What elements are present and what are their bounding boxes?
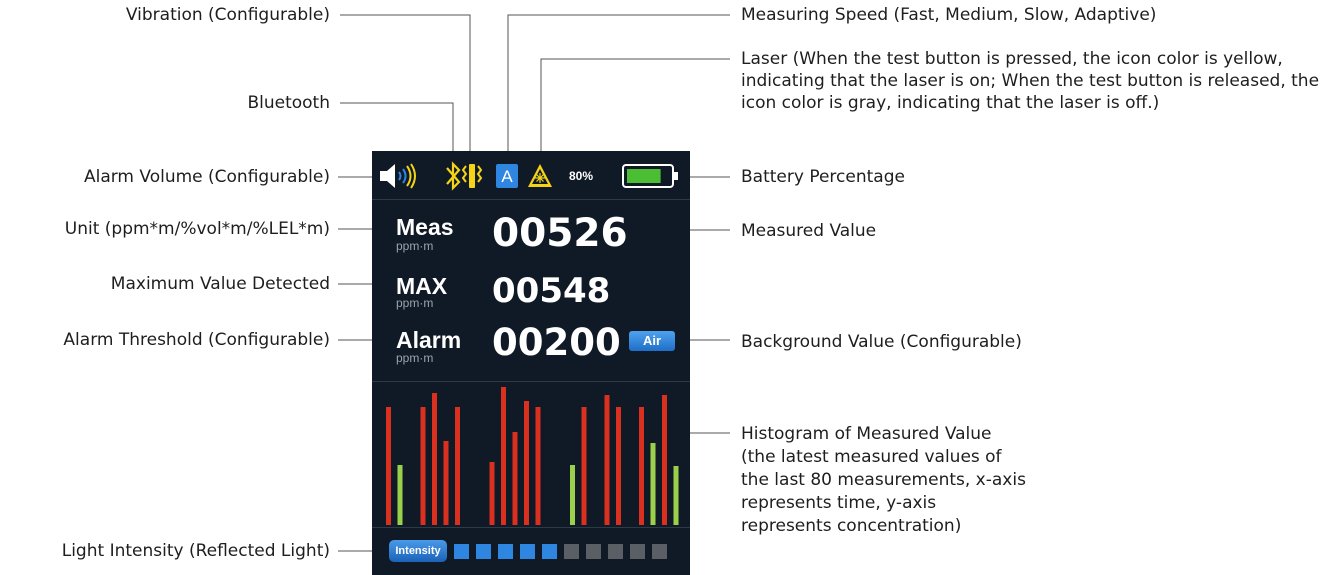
light-intensity-label: Light Intensity (Reflected Light) xyxy=(61,541,330,561)
alarm-threshold-label: Alarm Threshold (Configurable) xyxy=(63,330,330,350)
intensity-button[interactable]: Intensity xyxy=(389,540,447,562)
alarm-value: 00200 xyxy=(492,321,621,364)
battery-percent-text: 80% xyxy=(569,169,594,183)
intensity-square xyxy=(454,544,469,559)
histogram-bar xyxy=(432,393,437,525)
speed-mode-text: A xyxy=(501,167,513,186)
status-bar: A 80% xyxy=(372,151,690,199)
intensity-square xyxy=(586,544,601,559)
max-value-label: Maximum Value Detected xyxy=(110,274,330,294)
measured-value-label: Measured Value xyxy=(741,221,877,241)
battery-percentage-label: Battery Percentage xyxy=(741,167,905,187)
vibration-icon xyxy=(461,164,483,188)
intensity-square xyxy=(520,544,535,559)
histogram-bar xyxy=(524,401,529,525)
histogram-bar xyxy=(455,407,460,525)
histogram-bar xyxy=(386,407,391,525)
alarm-label: Alarm xyxy=(396,327,462,353)
histogram-bar xyxy=(639,407,644,525)
histogram-bar xyxy=(489,462,495,525)
meas-unit: ppm·m xyxy=(396,239,434,253)
air-button[interactable]: Air xyxy=(629,331,675,351)
histogram-bar xyxy=(420,407,426,525)
histogram-chart xyxy=(386,387,679,525)
laser-warning-icon xyxy=(528,164,552,187)
intensity-square xyxy=(476,544,491,559)
meas-label: Meas xyxy=(396,214,454,240)
histogram-label: Histogram of Measured Value (the latest … xyxy=(741,424,1026,536)
intensity-square xyxy=(608,544,623,559)
histogram-bar xyxy=(581,407,587,525)
intensity-square xyxy=(652,544,667,559)
histogram-bar xyxy=(673,466,679,525)
intensity-square xyxy=(630,544,645,559)
histogram-bar xyxy=(501,387,506,525)
background-value-label: Background Value (Configurable) xyxy=(741,332,1022,352)
max-unit: ppm·m xyxy=(396,296,434,310)
device-screen: A 80% Meas ppm·m 00526 MAX ppm·m 00548 A… xyxy=(372,151,690,575)
intensity-square xyxy=(498,544,513,559)
histogram-bar xyxy=(570,465,575,525)
battery-icon xyxy=(622,164,678,188)
alarm-volume-label: Alarm Volume (Configurable) xyxy=(83,167,330,187)
histogram-bar xyxy=(616,407,621,525)
laser-label: Laser (When the test button is pressed, … xyxy=(741,49,1320,113)
unit-label: Unit (ppm*m/%vol*m/%LEL*m) xyxy=(64,219,330,239)
alarm-unit: ppm·m xyxy=(396,351,434,365)
status-divider xyxy=(372,199,690,200)
bluetooth-icon xyxy=(446,161,461,191)
vibration-label: Vibration (Configurable) xyxy=(125,5,330,25)
histogram-bar xyxy=(604,395,610,525)
histogram-bar xyxy=(662,395,667,525)
histogram-bar xyxy=(535,407,541,525)
histogram-bar xyxy=(512,432,518,525)
measuring-speed-label: Measuring Speed (Fast, Medium, Slow, Ada… xyxy=(741,5,1157,25)
histogram-bar xyxy=(397,465,403,525)
intensity-square xyxy=(564,544,579,559)
speaker-icon xyxy=(380,163,416,189)
histogram-bar xyxy=(650,443,656,525)
max-value: 00548 xyxy=(492,271,611,311)
histogram-bar xyxy=(443,441,449,525)
bluetooth-label: Bluetooth xyxy=(247,93,330,113)
histogram-bottom-divider xyxy=(372,527,690,528)
meas-value: 00526 xyxy=(492,211,628,256)
intensity-square xyxy=(542,544,557,559)
